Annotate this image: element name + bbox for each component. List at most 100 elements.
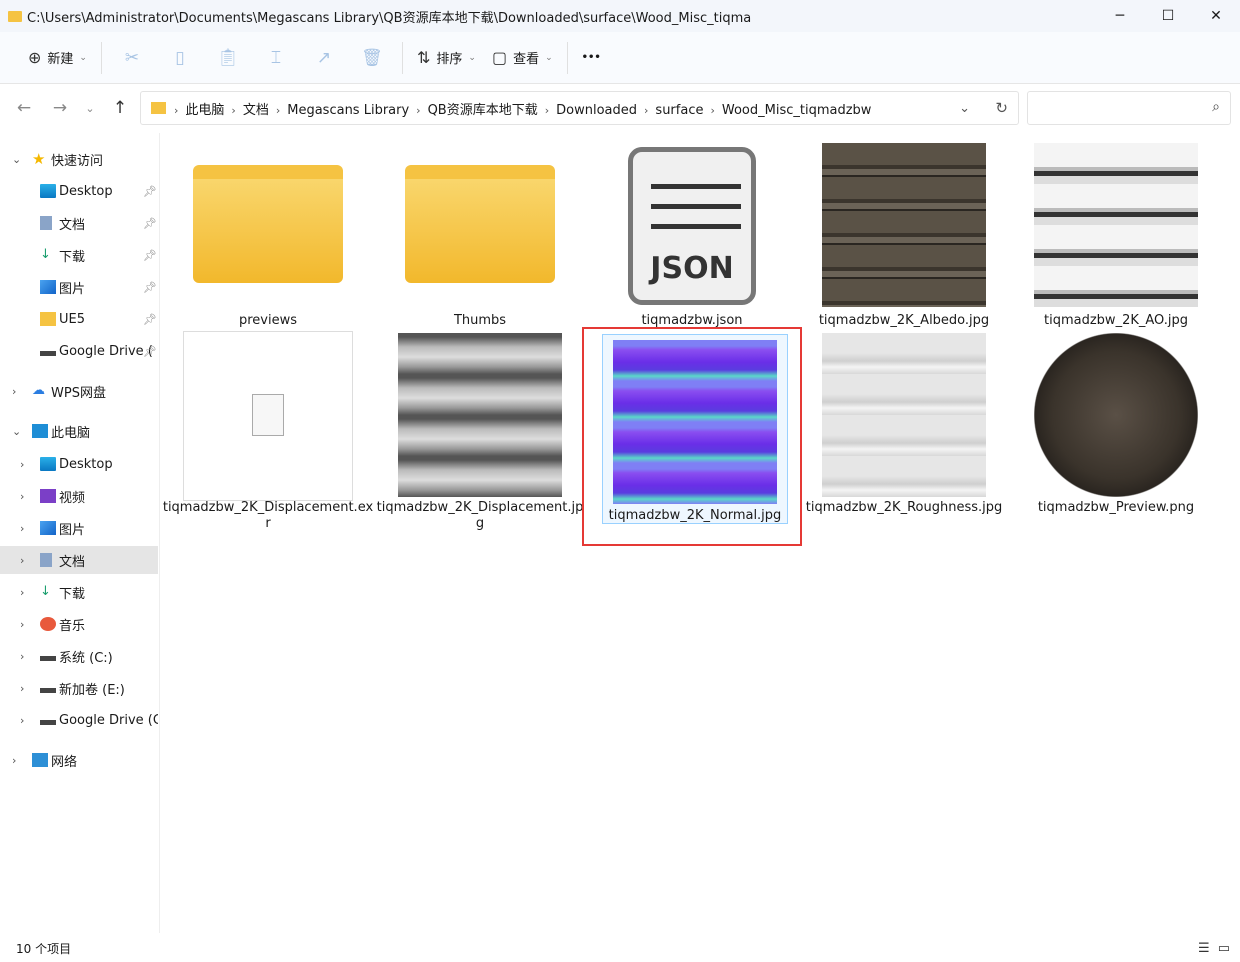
sidebar-item[interactable]: › 视频 xyxy=(0,482,158,510)
file-name: tiqmadzbw_2K_Displacement.jpg xyxy=(376,500,584,531)
file-item[interactable]: tiqmadzbw_2K_AO.jpg xyxy=(1010,133,1222,328)
drive-icon xyxy=(40,656,56,661)
view-button[interactable]: ▢ 查看 ⌄ xyxy=(484,40,561,76)
window-title: C:\Users\Administrator\Documents\Megasca… xyxy=(27,10,752,26)
navigation-bar: ← → ⌄ ↑ › 此电脑 › 文档 › Megascans Library › QB资源库本… xyxy=(0,84,1240,132)
sidebar-item[interactable]: ⌄ 此电脑 xyxy=(0,417,158,445)
details-view-icon[interactable]: ☰ xyxy=(1198,941,1210,956)
sidebar-item[interactable]: UE5 📌︎ xyxy=(0,305,158,333)
file-item[interactable]: tiqmadzbw_2K_Displacement.jpg xyxy=(374,328,586,531)
chevron-down-icon[interactable]: ⌄ xyxy=(12,153,21,166)
chevron-right-icon[interactable]: › xyxy=(231,104,235,117)
large-icons-view-icon[interactable]: ▭ xyxy=(1218,941,1230,956)
chevron-right-icon[interactable]: › xyxy=(710,104,714,117)
sidebar-item[interactable]: › ☁ WPS网盘 xyxy=(0,377,158,405)
title-bar: C:\Users\Administrator\Documents\Megasca… xyxy=(0,0,1240,32)
sidebar-item-label: 下载 xyxy=(59,249,86,265)
delete-button[interactable]: 🗑︎ xyxy=(348,40,396,76)
sidebar-item[interactable]: › 音乐 xyxy=(0,610,158,638)
chevron-right-icon[interactable]: › xyxy=(20,714,24,727)
file-item[interactable]: previews xyxy=(162,133,374,328)
file-item[interactable]: tiqmadzbw_2K_Roughness.jpg xyxy=(798,328,1010,523)
pc-icon xyxy=(32,424,48,438)
sidebar-item-label: 新加卷 (E:) xyxy=(59,682,125,698)
chevron-right-icon[interactable]: › xyxy=(20,682,24,695)
chevron-right-icon[interactable]: › xyxy=(644,104,648,117)
rename-button[interactable]: ⌶ xyxy=(252,40,300,76)
sidebar-item[interactable]: Desktop 📌︎ xyxy=(0,177,158,205)
divider xyxy=(100,41,102,74)
sidebar-item[interactable]: ↓ 下载 📌︎ xyxy=(0,241,158,269)
command-bar: ⊕ 新建 ⌄ ✂ ▯ 📋︎ ⌶ ↗ 🗑︎ ⇅ 排序 ⌄ ▢ 查看 ⌄ ••• xyxy=(0,32,1240,84)
address-bar[interactable]: › 此电脑 › 文档 › Megascans Library › QB资源库本地下载 › Down… xyxy=(140,91,1019,125)
chevron-right-icon[interactable]: › xyxy=(12,385,16,398)
file-item[interactable]: tiqmadzbw_Preview.png xyxy=(1010,328,1222,523)
chevron-right-icon[interactable]: › xyxy=(174,104,178,117)
search-input[interactable]: ⌕ xyxy=(1027,91,1231,125)
file-item[interactable]: JSON tiqmadzbw.json xyxy=(586,133,798,328)
chevron-right-icon[interactable]: › xyxy=(545,104,549,117)
refresh-icon[interactable]: ↻ xyxy=(995,99,1008,117)
chevron-right-icon[interactable]: › xyxy=(20,490,24,503)
more-button[interactable]: ••• xyxy=(574,40,609,76)
sidebar-item[interactable]: › 文档 xyxy=(0,546,158,574)
sidebar-item[interactable]: ⌄ ★ 快速访问 xyxy=(0,145,158,173)
sidebar-item-label: 图片 xyxy=(59,522,86,538)
cut-button[interactable]: ✂ xyxy=(108,40,156,76)
sidebar-item-label: WPS网盘 xyxy=(51,385,106,401)
chevron-right-icon[interactable]: › xyxy=(20,458,24,471)
chevron-down-icon[interactable]: ⌄ xyxy=(12,425,21,438)
breadcrumb-item[interactable]: 此电脑 xyxy=(185,103,224,118)
file-name: tiqmadzbw_2K_Displacement.exr xyxy=(162,500,374,531)
search-icon: ⌕ xyxy=(1212,99,1220,115)
chevron-right-icon[interactable]: › xyxy=(20,586,24,599)
up-button[interactable]: ↑ xyxy=(102,98,138,118)
chevron-right-icon[interactable]: › xyxy=(20,618,24,631)
back-button[interactable]: ← xyxy=(6,98,42,118)
chevron-right-icon[interactable]: › xyxy=(276,104,280,117)
forward-button[interactable]: → xyxy=(42,98,78,118)
new-button[interactable]: ⊕ 新建 ⌄ xyxy=(20,40,95,76)
maximize-button[interactable]: ☐ xyxy=(1144,0,1192,32)
recent-dropdown[interactable]: ⌄ xyxy=(78,102,102,115)
sidebar-item[interactable]: › Google Drive (G:) xyxy=(0,706,158,734)
sidebar-item[interactable]: › 图片 xyxy=(0,514,158,542)
file-item[interactable]: Thumbs xyxy=(374,133,586,328)
sidebar-item[interactable]: Google Drive (📌︎ xyxy=(0,337,158,365)
breadcrumb-item[interactable]: 文档 xyxy=(243,103,269,118)
breadcrumb-item[interactable]: Megascans Library xyxy=(287,103,409,118)
file-name: tiqmadzbw_2K_AO.jpg xyxy=(1044,313,1188,328)
drive-icon xyxy=(40,688,56,693)
copy-button[interactable]: ▯ xyxy=(156,40,204,76)
breadcrumb-item[interactable]: QB资源库本地下载 xyxy=(428,103,538,118)
sidebar-item[interactable]: › Desktop xyxy=(0,450,158,478)
sidebar-item[interactable]: 图片 📌︎ xyxy=(0,273,158,301)
close-button[interactable]: ✕ xyxy=(1192,0,1240,32)
sidebar-item[interactable]: › 网络 xyxy=(0,746,158,774)
file-item[interactable]: tiqmadzbw_2K_Displacement.exr xyxy=(162,328,374,531)
chevron-right-icon[interactable]: › xyxy=(20,554,24,567)
sort-button[interactable]: ⇅ 排序 ⌄ xyxy=(409,40,484,76)
sort-icon: ⇅ xyxy=(416,48,431,67)
sidebar-item-label: 系统 (C:) xyxy=(59,650,113,666)
chevron-right-icon[interactable]: › xyxy=(20,650,24,663)
breadcrumb-item[interactable]: Downloaded xyxy=(556,103,637,118)
folder-icon xyxy=(8,10,22,22)
chevron-right-icon[interactable]: › xyxy=(416,104,420,117)
sidebar-item[interactable]: › 系统 (C:) xyxy=(0,642,158,670)
desktop-icon xyxy=(40,457,56,471)
breadcrumb-item[interactable]: surface xyxy=(655,103,703,118)
sidebar-item[interactable]: › ↓ 下载 xyxy=(0,578,158,606)
breadcrumb: › 此电脑 › 文档 › Megascans Library › QB资源库本地下载 › Down… xyxy=(172,99,876,118)
address-dropdown[interactable]: ⌄ xyxy=(959,101,970,116)
chevron-right-icon[interactable]: › xyxy=(12,754,16,767)
sidebar-item[interactable]: 文档 📌︎ xyxy=(0,209,158,237)
sidebar-item-label: 网络 xyxy=(51,754,78,770)
breadcrumb-item[interactable]: Wood_Misc_tiqmadzbw xyxy=(722,103,872,118)
file-item[interactable]: tiqmadzbw_2K_Albedo.jpg xyxy=(798,133,1010,328)
sidebar-item[interactable]: › 新加卷 (E:) xyxy=(0,674,158,702)
paste-button[interactable]: 📋︎ xyxy=(204,40,252,76)
share-button[interactable]: ↗ xyxy=(300,40,348,76)
chevron-right-icon[interactable]: › xyxy=(20,522,24,535)
minimize-button[interactable]: ─ xyxy=(1096,0,1144,32)
